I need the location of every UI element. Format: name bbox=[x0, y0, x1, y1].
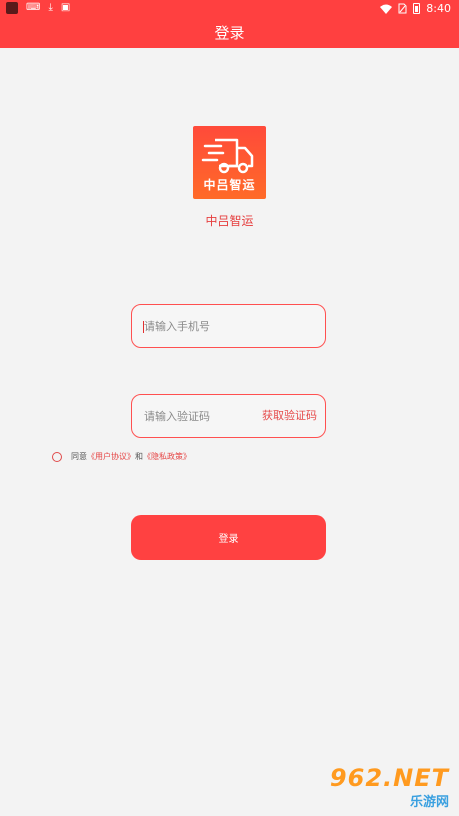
app-icon bbox=[6, 2, 18, 14]
page-title: 登录 bbox=[0, 18, 459, 48]
code-field[interactable]: 获取验证码 bbox=[131, 394, 326, 438]
phone-input[interactable] bbox=[144, 305, 314, 347]
no-sim-icon bbox=[398, 3, 407, 14]
agreement-row: 同意 《用户协议》 和 《隐私政策》 bbox=[52, 451, 191, 462]
status-left: ⌨ ⤓ ▣ bbox=[6, 2, 70, 14]
app-logo: 中吕智运 bbox=[193, 126, 266, 199]
login-button[interactable]: 登录 bbox=[131, 515, 326, 560]
wifi-icon bbox=[380, 4, 393, 14]
a-icon: ▣ bbox=[60, 2, 71, 13]
privacy-policy-link[interactable]: 《隐私政策》 bbox=[143, 451, 191, 462]
get-code-button[interactable]: 获取验证码 bbox=[262, 395, 317, 437]
logo-text: 中吕智运 bbox=[203, 178, 256, 192]
status-bar: ⌨ ⤓ ▣ 8:40 bbox=[0, 0, 459, 18]
status-right: 8:40 bbox=[380, 2, 451, 15]
battery-icon bbox=[413, 3, 421, 14]
status-time: 8:40 bbox=[426, 2, 451, 15]
phone-field[interactable] bbox=[131, 304, 326, 348]
agree-prefix: 同意 bbox=[71, 452, 87, 461]
download-icon: ⤓ bbox=[48, 2, 53, 13]
user-agreement-link[interactable]: 《用户协议》 bbox=[87, 451, 135, 462]
truck-icon bbox=[201, 138, 254, 174]
agree-checkbox[interactable] bbox=[52, 451, 62, 462]
agree-conjunction: 和 bbox=[135, 452, 143, 461]
keyboard-icon: ⌨ bbox=[26, 2, 41, 13]
app-name: 中吕智运 bbox=[205, 214, 254, 228]
watermark-number: 962.NET bbox=[329, 764, 449, 792]
code-input[interactable] bbox=[144, 395, 254, 437]
watermark: 962.NET 乐游网 bbox=[323, 764, 453, 810]
watermark-text: 乐游网 bbox=[409, 795, 449, 810]
